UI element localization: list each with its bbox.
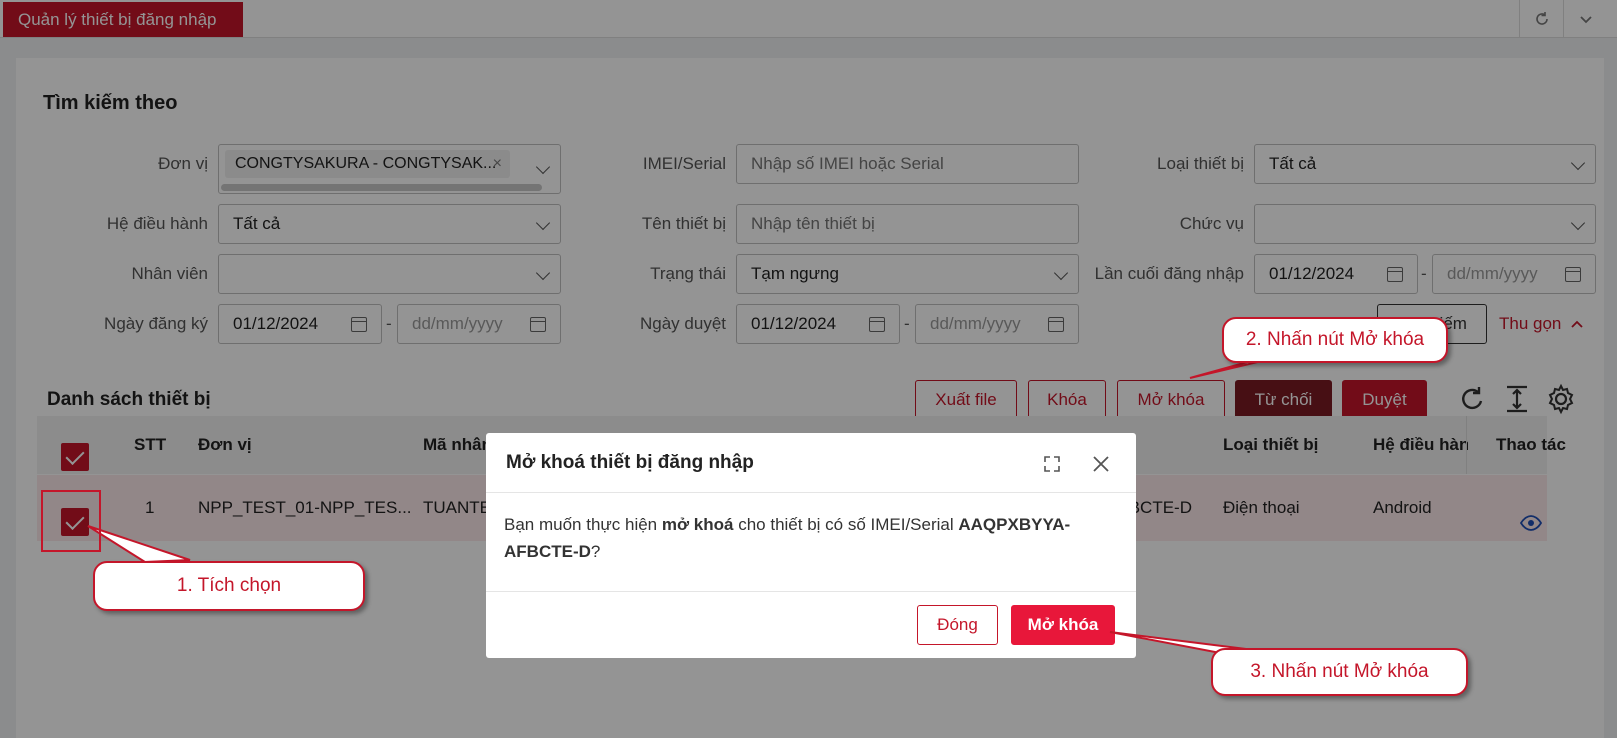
annotation-pointers	[87, 354, 1288, 658]
checkbox-highlight	[41, 490, 101, 552]
callout-step-2: 2. Nhấn nút Mở khóa	[1222, 317, 1448, 363]
callout-step-1: 1. Tích chọn	[93, 561, 365, 611]
callout-step-3: 3. Nhấn nút Mở khóa	[1211, 648, 1468, 696]
